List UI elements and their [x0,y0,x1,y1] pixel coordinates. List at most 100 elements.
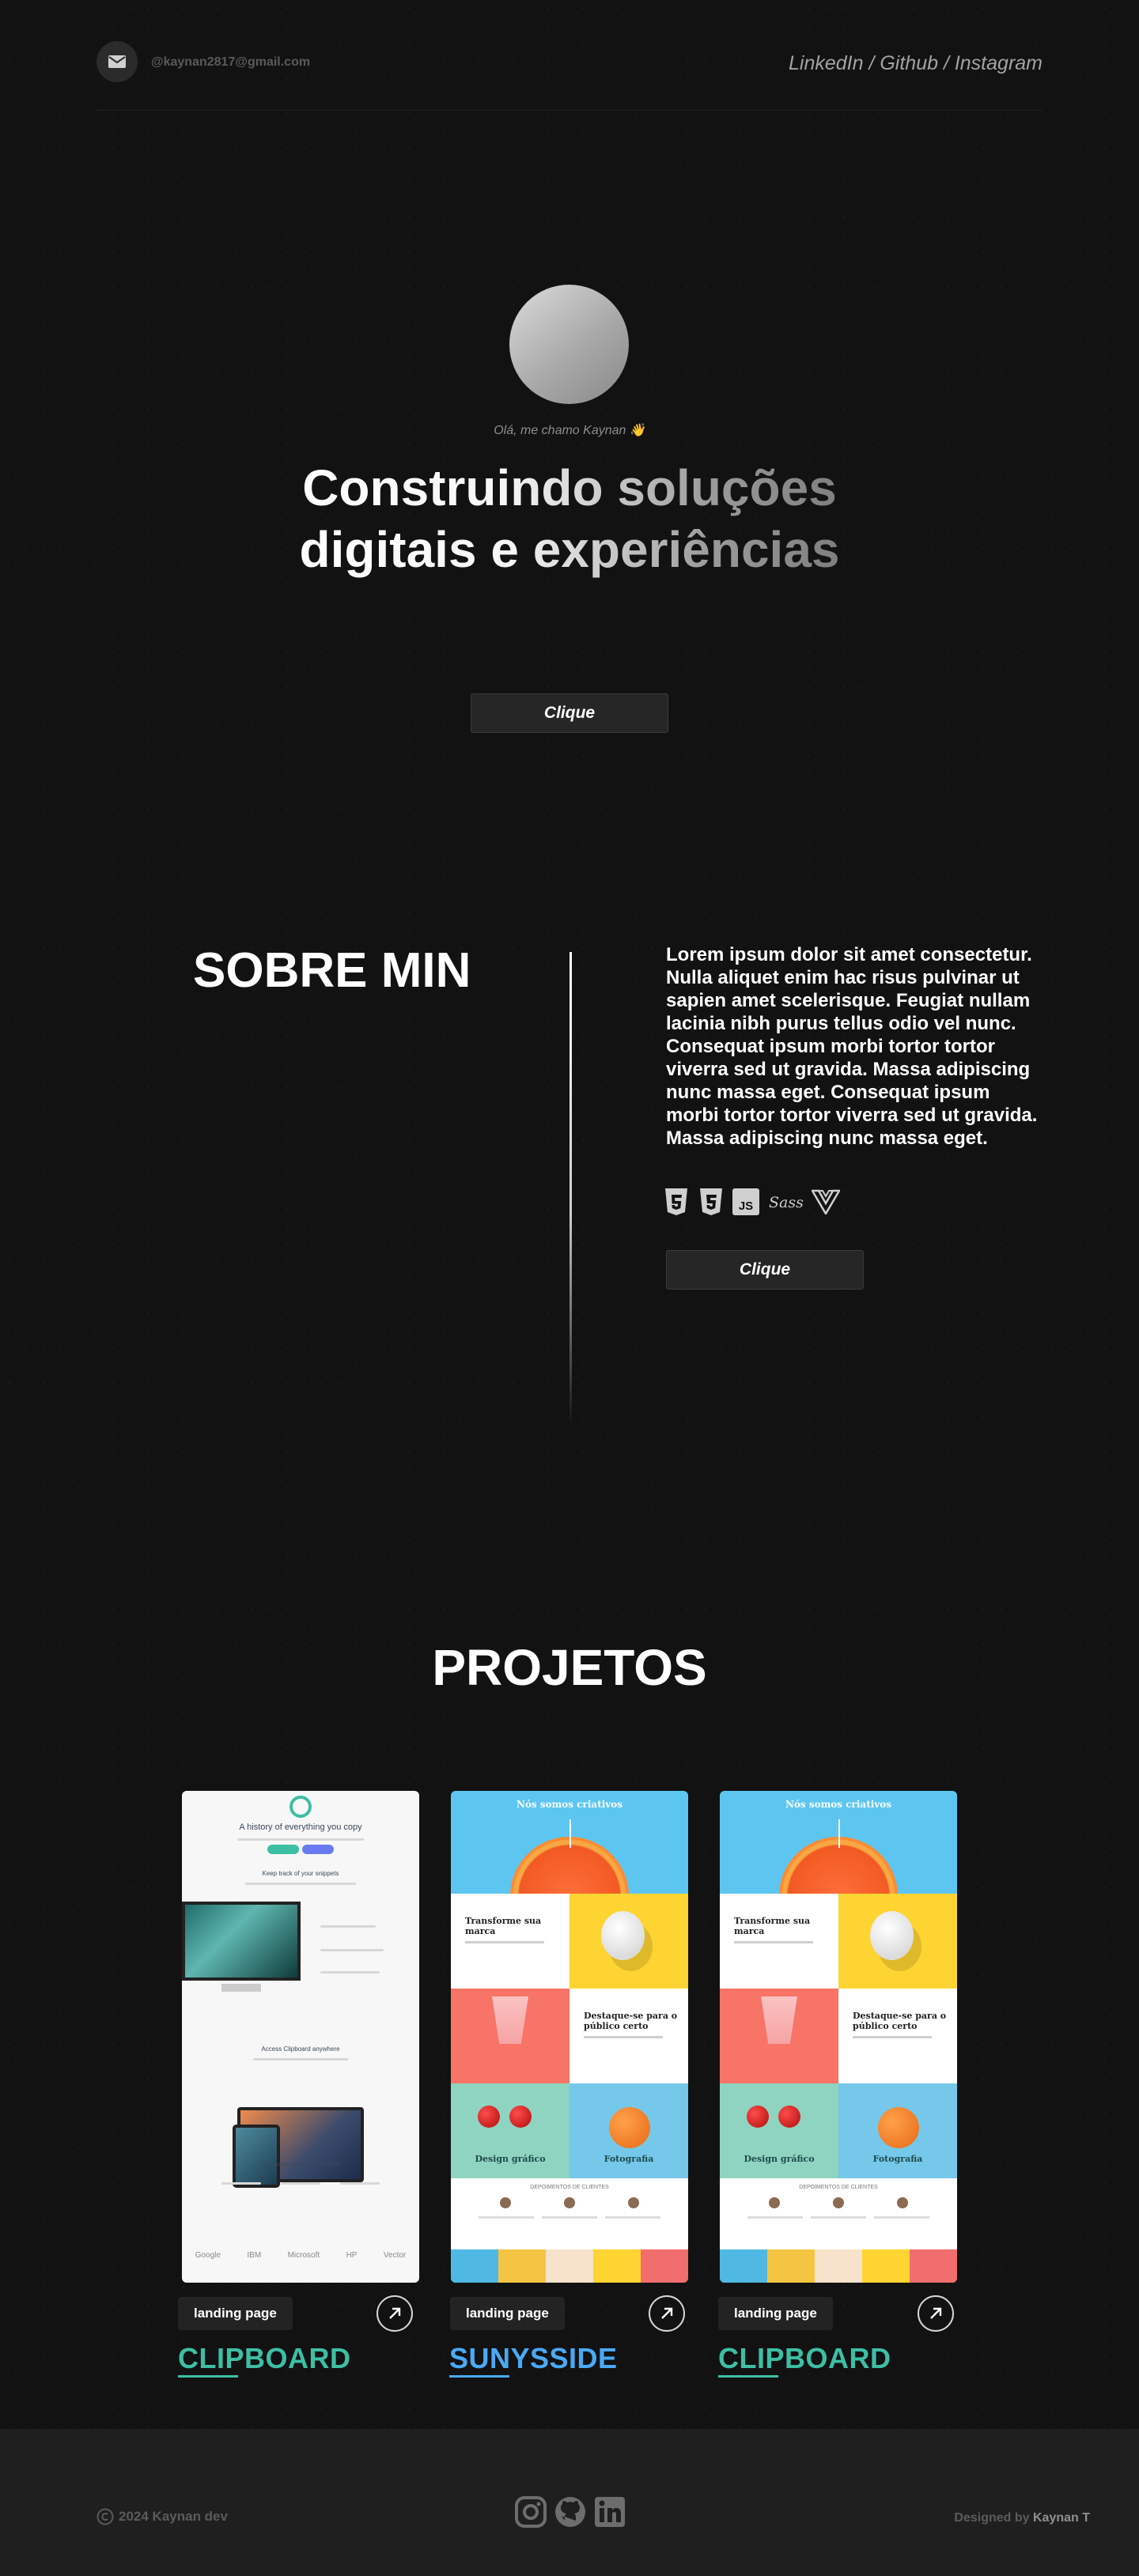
avatar [509,285,629,404]
thumb-pill [267,1845,299,1854]
about-title: SOBRE MIN [193,943,471,998]
project-tag: landing page [450,2297,565,2330]
thumb-headline: Nós somos criativos [516,1799,623,1810]
thumb-cell-text: Transforme sua marca [465,1916,542,1936]
thumb-line [584,2036,663,2038]
thumb-cell [451,1989,570,2083]
project-card: Nós somos criativos Transforme sua marca… [718,1791,957,2378]
arrow-up-right-icon [389,2307,401,2319]
logo-text: IBM [247,2251,262,2260]
thumb-cherry [747,2106,769,2128]
mail-button[interactable] [96,41,138,82]
thumb-cell: Transforme sua marca [451,1894,570,1989]
logo-text: HP [346,2251,358,2260]
thumb-cell: Transforme sua marca [720,1894,838,1989]
thumb-tablet [233,2125,280,2188]
thumb-cell [570,1894,688,1989]
thumb-line [320,1925,376,1928]
project-card: A history of everything you copy Keep tr… [178,1791,419,2378]
thumb-monitor [182,1902,301,1981]
project-card: Nós somos criativos Transforme sua marca… [449,1791,688,2378]
arrow-up-right-icon [930,2307,942,2319]
thumb-testimonials: DEPOIMENTOS DE CLIENTES [720,2178,957,2249]
thumb-section: Keep track of your snippets [262,1870,339,1877]
hero-greeting: Olá, me chamo Kaynan 👋 [494,424,645,437]
copyright-icon [96,2508,114,2525]
thumb-line [874,2216,929,2219]
thumb-line [221,2182,261,2185]
designed-by-name[interactable]: Kaynan T [1033,2511,1090,2525]
instagram-icon[interactable] [514,2495,547,2529]
thumb-gallery [720,2249,957,2283]
thumb-cell-label: Design gráfico [475,2154,546,2164]
thumb-avatar [833,2197,844,2208]
github-icon[interactable] [554,2495,587,2529]
site-footer: 2024 Kaynan dev Designed by Kaynan T [0,2429,1139,2576]
project-thumbnail[interactable]: Nós somos criativos Transforme sua marca… [720,1791,957,2283]
project-underline [449,2375,509,2378]
thumb-cell-text: Destaque-se para o público certo [853,2011,947,2031]
hero-title: Construindo soluções digitais e experiên… [285,457,854,580]
sass-icon: Sass [769,1194,804,1211]
thumb-avatar [628,2197,639,2208]
thumb-line [605,2216,660,2219]
thumb-line [320,1949,384,1951]
project-name[interactable]: CLIPBOARD [718,2342,891,2375]
thumb-cell: Design gráfico [451,2083,570,2178]
svg-text:Sass: Sass [769,1194,804,1211]
project-tag: landing page [718,2297,833,2330]
javascript-icon: JS [732,1188,759,1215]
thumb-cell-label: Fotografia [872,2154,923,2164]
email-link[interactable]: @kaynan2817@gmail.com [151,55,310,70]
thumb-testimonials-title: DEPOIMENTOS DE CLIENTES [530,2185,609,2190]
clipboard-logo-icon [289,1796,312,1818]
thumb-cell [720,1989,838,2083]
project-link-button[interactable] [649,2295,685,2332]
project-name[interactable]: CLIPBOARD [178,2342,351,2375]
thumb-line [340,2182,380,2185]
thumb-cell: Fotografia [570,2083,688,2178]
project-thumbnail[interactable]: A history of everything you copy Keep tr… [182,1791,419,2283]
project-tag: landing page [178,2297,293,2330]
thumb-line [320,1971,380,1974]
project-thumbnail[interactable]: Nós somos criativos Transforme sua marca… [451,1791,688,2283]
thumb-cherry [778,2106,800,2128]
thumb-bar [570,1819,571,1848]
thumb-pill [302,1845,334,1854]
project-name[interactable]: SUNYSSIDE [449,2342,618,2375]
svg-text:JS: JS [739,1199,753,1213]
thumb-cherry [509,2106,532,2128]
copyright: 2024 Kaynan dev [96,2508,228,2525]
logo-text: Microsoft [287,2251,320,2260]
linkedin-icon[interactable] [593,2495,626,2529]
project-link-button[interactable] [377,2295,413,2332]
thumb-avatar [897,2197,908,2208]
thumb-cell: Fotografia [838,2083,957,2178]
about-divider [570,952,572,1426]
thumb-cell-label: Design gráfico [744,2154,815,2164]
thumb-cup [492,1996,528,2044]
thumb-testimonials: DEPOIMENTOS DE CLIENTES [451,2178,688,2249]
mail-icon [108,55,126,68]
about-click-button[interactable]: Clique [666,1250,864,1290]
thumb-line [281,2182,320,2185]
thumb-avatar [500,2197,511,2208]
thumb-line [465,1941,544,1943]
vue-icon [812,1189,840,1214]
thumb-headline: Nós somos criativos [785,1799,892,1810]
thumb-logos: Google IBM Microsoft HP Vector [182,2251,419,2260]
hero-click-button[interactable]: Clique [471,693,668,733]
thumb-line [542,2216,597,2219]
project-link-button[interactable] [918,2295,954,2332]
thumb-line [245,1883,356,1885]
thumb-monitor-stand [221,1984,261,1992]
thumb-line [747,2216,803,2219]
social-links[interactable]: LinkedIn / Github / Instagram [789,52,1043,75]
thumb-cell-text: Transforme sua marca [734,1916,811,1936]
project-underline [178,2375,238,2378]
css3-icon [700,1188,722,1215]
logo-text: Google [195,2251,221,2260]
thumb-mandarin [878,2107,919,2148]
thumb-cell: Design gráfico [720,2083,838,2178]
project-underline [718,2375,778,2378]
